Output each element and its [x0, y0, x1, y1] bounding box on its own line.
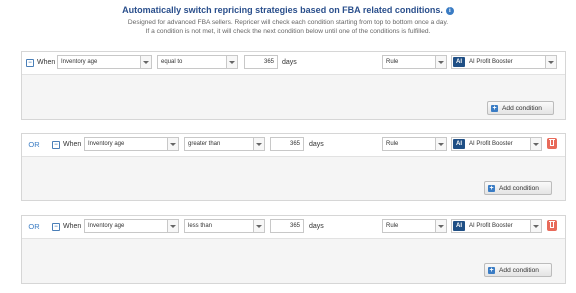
field-select-value: Inventory age [61, 59, 98, 65]
ai-badge: AI [453, 57, 465, 67]
or-label: OR [28, 222, 40, 231]
add-condition-label: Add condition [502, 105, 542, 112]
info-icon[interactable]: i [445, 6, 454, 15]
value-input[interactable]: 365 [270, 137, 304, 151]
add-condition-label: Add condition [499, 185, 539, 192]
chevron-down-icon [530, 220, 541, 232]
ai-badge: AI [453, 221, 465, 231]
strategy-select[interactable]: AI AI Profit Booster [451, 137, 542, 151]
field-select[interactable]: Inventory age [84, 137, 179, 151]
field-select-value: Inventory age [88, 223, 125, 229]
collapse-icon[interactable]: − [26, 59, 34, 67]
when-label: When [63, 223, 82, 230]
ai-badge: AI [453, 139, 465, 149]
type-select[interactable]: Rule [382, 137, 447, 151]
when-label: When [63, 141, 82, 148]
add-condition-button[interactable]: + Add condition [484, 263, 552, 277]
strategy-select[interactable]: AI AI Profit Booster [451, 219, 542, 233]
operator-select-value: equal to [161, 59, 183, 65]
add-condition-button[interactable]: + Add condition [487, 101, 554, 115]
or-label: OR [28, 140, 40, 149]
operator-select-value: greater than [188, 141, 221, 147]
chevron-down-icon [253, 220, 264, 232]
strategy-select-value: AI Profit Booster [469, 59, 513, 65]
chevron-down-icon [545, 56, 556, 68]
unit-label: days [282, 59, 297, 66]
collapse-icon[interactable]: − [52, 141, 60, 149]
when-label: When [37, 59, 56, 66]
value-input[interactable]: 365 [270, 219, 304, 233]
strategy-select-value: AI Profit Booster [469, 141, 513, 147]
unit-label: days [309, 141, 324, 148]
condition-row-2: OR − When Inventory age greater than 365… [22, 134, 565, 157]
value-input[interactable]: 365 [244, 55, 278, 69]
chevron-down-icon [530, 138, 541, 150]
description-line-2: If a condition is not met, it will check… [145, 28, 431, 35]
operator-select[interactable]: equal to [157, 55, 238, 69]
strategy-select[interactable]: AI AI Profit Booster [451, 55, 557, 69]
trash-icon[interactable] [547, 220, 557, 231]
operator-select-value: less than [188, 223, 213, 229]
chevron-down-icon [435, 56, 446, 68]
type-select-value: Rule [386, 59, 399, 65]
unit-label: days [309, 223, 324, 230]
description-line-1: Designed for advanced FBA sellers. Repri… [127, 19, 449, 26]
page-title-text: Automatically switch repricing strategie… [122, 5, 443, 15]
condition-block-2: OR − When Inventory age greater than 365… [21, 133, 566, 201]
page-title: Automatically switch repricing strategie… [0, 5, 576, 15]
collapse-icon[interactable]: − [52, 223, 60, 231]
chevron-down-icon [167, 220, 178, 232]
add-condition-button[interactable]: + Add condition [484, 181, 552, 195]
chevron-down-icon [253, 138, 264, 150]
field-select-value: Inventory age [88, 141, 125, 147]
condition-block-1: − When Inventory age equal to 365 days R… [21, 51, 566, 120]
field-select[interactable]: Inventory age [57, 55, 152, 69]
type-select-value: Rule [386, 223, 399, 229]
strategy-select-value: AI Profit Booster [469, 223, 513, 229]
field-select[interactable]: Inventory age [84, 219, 179, 233]
type-select[interactable]: Rule [382, 55, 447, 69]
chevron-down-icon [226, 56, 237, 68]
operator-select[interactable]: greater than [184, 137, 265, 151]
chevron-down-icon [435, 220, 446, 232]
chevron-down-icon [140, 56, 151, 68]
chevron-down-icon [435, 138, 446, 150]
type-select-value: Rule [386, 141, 399, 147]
chevron-down-icon [167, 138, 178, 150]
condition-block-3: OR − When Inventory age less than 365 da… [21, 215, 566, 284]
condition-row-3: OR − When Inventory age less than 365 da… [22, 216, 565, 239]
add-condition-label: Add condition [499, 267, 539, 274]
plus-icon: + [488, 267, 495, 274]
trash-icon[interactable] [547, 138, 557, 149]
condition-row-1: − When Inventory age equal to 365 days R… [22, 52, 565, 75]
type-select[interactable]: Rule [382, 219, 447, 233]
plus-icon: + [491, 105, 498, 112]
operator-select[interactable]: less than [184, 219, 265, 233]
plus-icon: + [488, 185, 495, 192]
